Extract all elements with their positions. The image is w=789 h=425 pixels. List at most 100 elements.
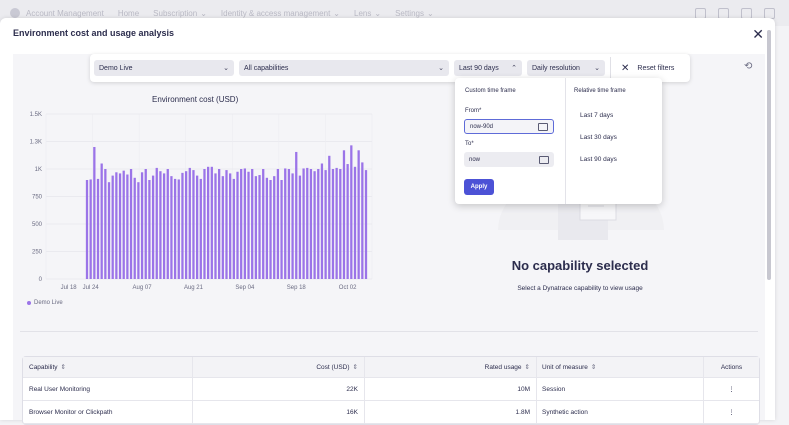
table-row[interactable]: Browser Monitor or Clickpath 16K 1.8M Sy… [23, 401, 759, 424]
cost-bar[interactable] [335, 167, 338, 279]
header-unit[interactable]: Unit of measure ⇕ [537, 357, 704, 377]
resolution-select[interactable]: Daily resolution ⌄ [527, 60, 605, 76]
calendar-icon[interactable] [539, 155, 549, 164]
header-usage[interactable]: Rated usage ⇕ [365, 357, 537, 377]
cost-bar[interactable] [151, 175, 155, 279]
header-capability[interactable]: Capability ⇕ [23, 357, 193, 377]
cost-bar[interactable] [328, 155, 331, 279]
cost-bar[interactable] [166, 169, 169, 279]
calendar-icon[interactable] [538, 122, 548, 131]
cost-bar[interactable] [195, 175, 199, 279]
dialog-scrollbar[interactable] [767, 30, 771, 280]
cost-bar[interactable] [287, 169, 291, 279]
more-actions-icon[interactable]: ⋮ [704, 378, 759, 400]
timeframe-select[interactable]: Last 90 days ⌃ [454, 60, 522, 76]
cost-bar[interactable] [129, 169, 133, 279]
cost-bar[interactable] [350, 145, 353, 279]
apply-button[interactable]: Apply [464, 179, 494, 195]
cost-bar[interactable] [85, 180, 89, 279]
cost-bar[interactable] [295, 151, 298, 279]
cost-bar[interactable] [232, 178, 235, 279]
cost-bar[interactable] [353, 166, 357, 279]
cost-bar[interactable] [210, 166, 213, 279]
table-row[interactable]: Real User Monitoring 22K 10M Session ⋮ [23, 378, 759, 401]
nav-home[interactable]: Home [118, 9, 139, 18]
cost-bar[interactable] [258, 175, 261, 279]
cost-bar[interactable] [89, 179, 92, 279]
header-cost[interactable]: Cost (USD) ⇕ [193, 357, 365, 377]
cost-bar[interactable] [218, 169, 221, 279]
cost-bar[interactable] [364, 170, 368, 279]
from-input[interactable]: now-90d [464, 119, 554, 134]
capability-select[interactable]: All capabilities ⌄ [239, 60, 449, 76]
history-icon[interactable]: ⟲ [744, 61, 752, 72]
cost-bar[interactable] [291, 173, 294, 279]
environment-select[interactable]: Demo Live ⌄ [94, 60, 234, 76]
cost-bar[interactable] [273, 176, 276, 279]
cost-bar[interactable] [207, 166, 210, 279]
nav-lens[interactable]: Lens ⌄ [354, 9, 381, 18]
cost-bar[interactable] [221, 176, 224, 279]
help-icon[interactable] [718, 7, 729, 19]
relative-option-30d[interactable]: Last 30 days [580, 134, 617, 141]
cost-bar[interactable] [203, 169, 206, 279]
cost-bar[interactable] [317, 169, 320, 279]
cost-bar[interactable] [140, 172, 144, 279]
cost-bar[interactable] [262, 169, 265, 279]
cost-bar[interactable] [361, 162, 364, 279]
reset-filters-button[interactable]: ✕ Reset filters [621, 63, 674, 74]
nav-subscription[interactable]: Subscription ⌄ [153, 9, 207, 18]
cost-bar[interactable] [306, 167, 309, 279]
to-input[interactable]: now [464, 152, 554, 167]
cost-bar[interactable] [122, 170, 125, 279]
relative-option-7d[interactable]: Last 7 days [580, 112, 613, 119]
cost-bar[interactable] [225, 170, 228, 279]
cost-bar[interactable] [107, 182, 111, 279]
chat-icon[interactable] [741, 7, 752, 19]
cost-bar[interactable] [280, 180, 283, 279]
cost-bar[interactable] [100, 163, 103, 280]
nav-identity[interactable]: Identity & access management ⌄ [221, 9, 340, 18]
cost-bar[interactable] [265, 177, 269, 279]
cost-bar[interactable] [339, 169, 342, 279]
cost-bar[interactable] [170, 176, 173, 279]
cost-bar[interactable] [251, 169, 254, 279]
cost-bar[interactable] [118, 173, 122, 279]
cost-bar[interactable] [240, 169, 243, 279]
cost-bar[interactable] [324, 170, 327, 279]
notifications-icon[interactable] [695, 7, 706, 19]
cost-bar[interactable] [184, 171, 188, 279]
cost-bar[interactable] [254, 176, 258, 279]
cost-bar[interactable] [243, 168, 246, 279]
cost-bar[interactable] [159, 171, 162, 279]
close-icon[interactable]: ✕ [752, 27, 764, 41]
cost-bar[interactable] [177, 179, 180, 279]
cost-bar[interactable] [115, 172, 118, 279]
cost-bar[interactable] [229, 173, 232, 279]
cost-bar[interactable] [188, 167, 191, 279]
cost-bar[interactable] [155, 167, 158, 279]
user-icon[interactable] [764, 7, 775, 19]
cost-bar[interactable] [236, 171, 239, 279]
cost-bar[interactable] [104, 169, 107, 279]
cost-bar[interactable] [357, 150, 360, 279]
cost-bar[interactable] [284, 168, 287, 279]
cost-bar[interactable] [247, 171, 250, 279]
cost-bar[interactable] [342, 150, 346, 279]
cost-bar[interactable] [192, 170, 195, 279]
cost-bar[interactable] [126, 174, 129, 280]
cost-bar[interactable] [320, 163, 324, 280]
cost-bar[interactable] [173, 178, 177, 279]
cost-bar[interactable] [302, 168, 305, 279]
cost-bar[interactable] [309, 169, 313, 279]
cost-bar[interactable] [199, 178, 202, 279]
cost-bar[interactable] [96, 178, 100, 279]
cost-bar[interactable] [269, 180, 272, 279]
cost-bar[interactable] [133, 177, 136, 279]
relative-option-90d[interactable]: Last 90 days [580, 156, 617, 163]
cost-bar[interactable] [331, 169, 335, 279]
cost-bar[interactable] [214, 173, 217, 279]
cost-bar[interactable] [276, 169, 280, 279]
cost-bar[interactable] [298, 175, 302, 279]
cost-bar[interactable] [162, 173, 166, 279]
